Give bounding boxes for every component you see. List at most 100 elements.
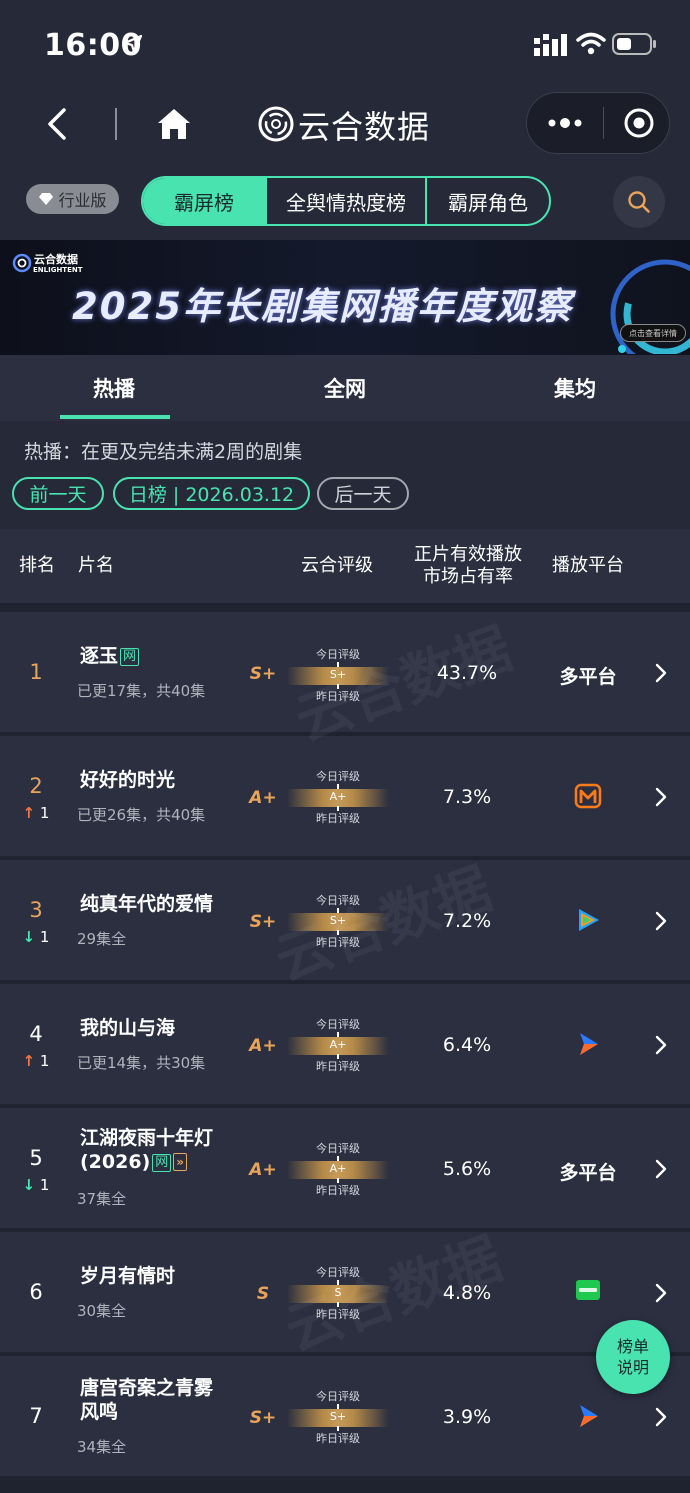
drama-title: 逐玉网 bbox=[80, 644, 140, 668]
battery-icon bbox=[612, 33, 656, 55]
back-icon[interactable] bbox=[44, 106, 74, 142]
table-row[interactable]: 7 唐宫奇案之青雾 风鸣 34集全 S+ 今日评级 S+ 昨日评级 3.9% bbox=[0, 1356, 690, 1476]
header-share-line1: 正片有效播放 bbox=[414, 544, 522, 565]
youku-icon bbox=[580, 1033, 598, 1055]
close-target-icon[interactable] bbox=[623, 107, 655, 139]
location-arrow-icon bbox=[123, 34, 143, 54]
rank-number: 3 bbox=[29, 898, 43, 922]
banner-cta[interactable]: 点击查看详情 bbox=[620, 324, 686, 342]
table-row[interactable]: 6 岁月有情时 30集全 S 今日评级 S 昨日评级 4.8% bbox=[0, 1232, 690, 1352]
chevron-right-icon bbox=[655, 1407, 667, 1427]
header-title: 片名 bbox=[78, 555, 114, 576]
date-picker[interactable]: 日榜 | 2026.03.12 bbox=[113, 477, 310, 510]
header-rank: 排名 bbox=[19, 555, 55, 576]
rank-change: ↓ 1 bbox=[22, 928, 50, 946]
tab-per-episode[interactable]: 集均 bbox=[554, 373, 596, 403]
svg-text:ENLIGHTENT: ENLIGHTENT bbox=[33, 266, 83, 274]
sub-tabs: 热播 全网 集均 bbox=[0, 355, 690, 421]
grade-compare: 今日评级 A+ 昨日评级 bbox=[287, 768, 389, 832]
rank-number: 7 bbox=[29, 1404, 43, 1428]
iqiyi-icon bbox=[576, 1280, 600, 1300]
header-platform: 播放平台 bbox=[552, 555, 624, 576]
mini-program-capsule bbox=[526, 92, 670, 154]
edition-label: 行业版 bbox=[58, 191, 107, 210]
tab-dominant-roles[interactable]: 霸屏角色 bbox=[427, 178, 549, 224]
grade-compare: 今日评级 A+ 昨日评级 bbox=[287, 1016, 389, 1080]
tab-hot-airing[interactable]: 热播 bbox=[93, 373, 135, 403]
navigation-bar: 云合数据 bbox=[0, 88, 690, 160]
grade-label: A+ bbox=[249, 1036, 277, 1056]
arrow-down-icon: ↓ bbox=[22, 1176, 36, 1194]
market-share: 4.8% bbox=[442, 1282, 492, 1304]
rank-number: 6 bbox=[29, 1280, 43, 1304]
episode-status: 37集全 bbox=[77, 1190, 127, 1208]
app-logo-icon bbox=[258, 106, 294, 142]
grade-label: S+ bbox=[249, 1408, 277, 1428]
market-share: 3.9% bbox=[442, 1406, 492, 1428]
wifi-icon bbox=[576, 32, 606, 55]
episode-status: 已更26集，共40集 bbox=[77, 806, 206, 824]
ranking-explanation-button[interactable]: 榜单 说明 bbox=[596, 1320, 670, 1394]
chevron-right-icon bbox=[655, 787, 667, 807]
drama-title: 唐宫奇案之青雾 bbox=[80, 1377, 214, 1399]
table-row[interactable]: 5 ↓ 1 江湖夜雨十年灯 (2026) 网» 37集全 A+ 今日评级 A+ 昨… bbox=[0, 1108, 690, 1228]
chevron-right-icon bbox=[655, 1159, 667, 1179]
search-icon bbox=[628, 191, 650, 213]
search-button[interactable] bbox=[613, 176, 665, 228]
episode-status: 34集全 bbox=[77, 1438, 127, 1456]
chevron-right-icon bbox=[655, 663, 667, 683]
episode-status: 已更14集，共30集 bbox=[77, 1054, 206, 1072]
drama-title: 江湖夜雨十年灯 bbox=[80, 1127, 214, 1149]
drama-title-line2: 风鸣 bbox=[80, 1401, 119, 1423]
rank-number: 5 bbox=[29, 1146, 43, 1170]
tencent-video-icon bbox=[579, 909, 599, 931]
table-row[interactable]: 1 逐玉网 已更17集，共40集 S+ 今日评级 S+ 昨日评级 43.7% 多… bbox=[0, 612, 690, 732]
chevron-right-icon bbox=[655, 1035, 667, 1055]
table-row[interactable]: 2 ↑ 1 好好的时光 已更26集，共40集 A+ 今日评级 A+ 昨日评级 7… bbox=[0, 736, 690, 856]
grade-compare: 今日评级 S 昨日评级 bbox=[287, 1264, 389, 1328]
table-row[interactable]: 3 ↓ 1 纯真年代的爱情 29集全 S+ 今日评级 S+ 昨日评级 7.2% bbox=[0, 860, 690, 980]
market-share: 5.6% bbox=[442, 1158, 492, 1180]
svg-text:云合数据: 云合数据 bbox=[34, 252, 78, 266]
web-tag: 网 bbox=[152, 1154, 172, 1172]
home-icon[interactable] bbox=[155, 106, 193, 142]
next-day-button[interactable]: 后一天 bbox=[317, 477, 409, 510]
web-tag: 网 bbox=[120, 648, 140, 666]
tab-all-network[interactable]: 全网 bbox=[324, 373, 366, 403]
mango-tv-icon bbox=[574, 783, 602, 809]
drama-title: 纯真年代的爱情 bbox=[80, 893, 214, 915]
drama-title: 岁月有情时 bbox=[80, 1265, 176, 1287]
prev-day-button[interactable]: 前一天 bbox=[12, 477, 104, 510]
episode-status: 29集全 bbox=[77, 930, 127, 948]
chevron-right-icon bbox=[655, 911, 667, 931]
edition-badge[interactable]: 行业版 bbox=[26, 184, 119, 214]
episode-status: 30集全 bbox=[77, 1302, 127, 1320]
platform-label: 多平台 bbox=[559, 666, 617, 688]
grade-label: A+ bbox=[249, 1160, 277, 1180]
promo-banner[interactable]: 云合数据 ENLIGHTENT 2025年长剧集网播年度观察 点击查看详情 bbox=[0, 240, 690, 355]
nav-divider bbox=[115, 108, 117, 140]
rank-number: 4 bbox=[29, 1022, 43, 1046]
drama-title: 我的山与海 bbox=[80, 1017, 176, 1039]
arrow-up-icon: ↑ bbox=[22, 804, 36, 822]
cellular-signal-icon bbox=[534, 34, 567, 56]
chevron-right-icon bbox=[655, 1283, 667, 1303]
market-share: 6.4% bbox=[442, 1034, 492, 1056]
tab-sentiment-heat[interactable]: 全舆情热度榜 bbox=[267, 178, 427, 224]
tab-screen-dominance[interactable]: 霸屏榜 bbox=[143, 178, 267, 224]
grade-compare: 今日评级 S+ 昨日评级 bbox=[287, 1388, 389, 1452]
banner-title: 2025年长剧集网播年度观察 bbox=[72, 285, 573, 328]
table-header: 排名 片名 云合评级 正片有效播放 市场占有率 播放平台 bbox=[0, 529, 690, 603]
more-icon[interactable] bbox=[547, 113, 583, 133]
episode-status: 已更17集，共40集 bbox=[77, 682, 206, 700]
market-share: 7.2% bbox=[442, 910, 492, 932]
capsule-divider bbox=[603, 107, 604, 139]
rank-number: 2 bbox=[29, 774, 43, 798]
status-bar: 16:00 bbox=[0, 0, 690, 88]
rank-change: ↓ 1 bbox=[22, 1176, 50, 1194]
table-row[interactable]: 4 ↑ 1 我的山与海 已更14集，共30集 A+ 今日评级 A+ 昨日评级 6… bbox=[0, 984, 690, 1104]
platform-label: 多平台 bbox=[559, 1162, 617, 1184]
float-label-1: 榜单 bbox=[616, 1337, 649, 1356]
ranking-tabs: 霸屏榜 全舆情热度榜 霸屏角色 bbox=[141, 176, 551, 226]
market-share: 43.7% bbox=[436, 662, 498, 684]
